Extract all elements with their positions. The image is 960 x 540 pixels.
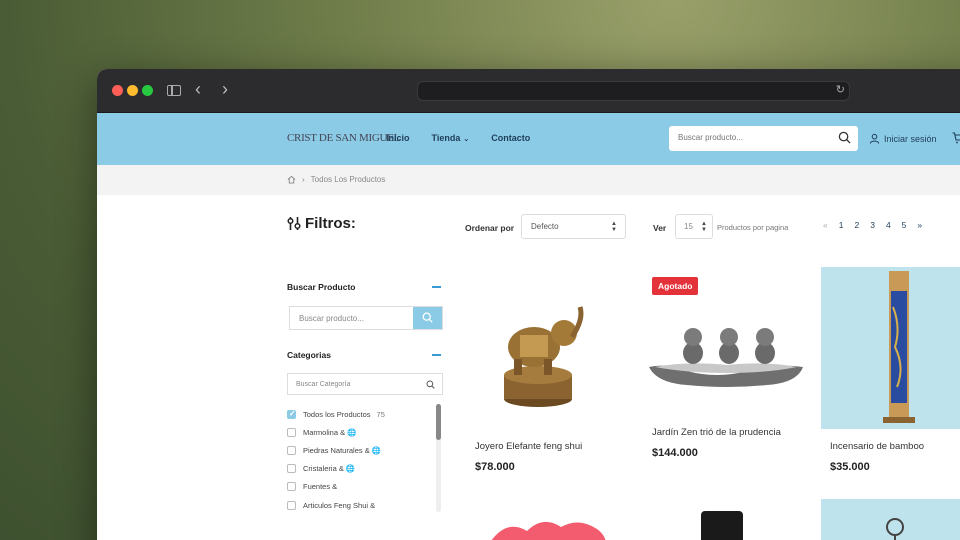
product-price: $35.000	[830, 461, 870, 473]
category-item[interactable]: Fuentes &	[287, 478, 437, 496]
category-search: Buscar Categoría	[287, 373, 443, 395]
page-next[interactable]: »	[917, 220, 922, 230]
menu-item-contacto[interactable]: Contacto	[491, 133, 530, 143]
browser-window: ‹ › ↻ CRIST DE SAN MIGUEL Inicio Tienda ⌄…	[97, 69, 960, 540]
category-item[interactable]: Todos los Productos 75	[287, 405, 437, 423]
filters-title: Filtros:	[305, 215, 356, 232]
product-search-button[interactable]	[413, 307, 442, 329]
header-search-input[interactable]	[678, 133, 828, 142]
product-search-input[interactable]: Buscar producto...	[299, 314, 364, 323]
per-page-select[interactable]: 15 ▲ ▼	[675, 214, 713, 239]
login-link[interactable]: Iniciar sesión	[869, 133, 937, 144]
category-checkbox[interactable]	[287, 409, 296, 419]
maximize-window-button[interactable]	[142, 85, 153, 96]
close-window-button[interactable]	[112, 85, 123, 96]
breadcrumb-separator: ›	[302, 175, 305, 184]
product-name[interactable]: Incensario de bamboo	[830, 441, 924, 452]
search-icon[interactable]	[426, 380, 435, 389]
product-price: $78.000	[475, 461, 515, 473]
product-image-hanging-item[interactable]	[821, 499, 960, 540]
collapse-product-search-icon[interactable]	[432, 286, 441, 288]
address-bar[interactable]: ↻	[417, 81, 850, 101]
browser-titlebar: ‹ › ↻	[97, 69, 960, 113]
product-name[interactable]: Joyero Elefante feng shui	[475, 441, 582, 452]
menu-item-tienda-label: Tienda	[431, 133, 461, 143]
product-name[interactable]: Jardín Zen trió de la prudencia	[652, 427, 781, 438]
pagination: « 1 2 3 4 5 »	[823, 220, 933, 230]
page-link-1[interactable]: 1	[839, 220, 844, 230]
reload-icon[interactable]: ↻	[836, 83, 845, 96]
shop-content: Filtros: Ordenar por Defecto ▲ ▼ Ver 15 ▲…	[97, 195, 960, 540]
main-menu: Inicio Tienda ⌄ Contacto	[386, 133, 552, 143]
site-header: CRIST DE SAN MIGUEL Inicio Tienda ⌄ Conta…	[97, 113, 960, 165]
product-price: $144.000	[652, 447, 698, 459]
sidebar-toggle-icon[interactable]	[167, 85, 181, 96]
sort-label: Ordenar por	[465, 223, 515, 233]
back-arrow-icon[interactable]: ‹	[195, 79, 201, 100]
product-image-elephant[interactable]	[472, 267, 612, 429]
category-label: Articulos Feng Shui &	[303, 500, 376, 510]
search-icon	[422, 312, 433, 323]
product-image-incense-holder[interactable]	[821, 267, 960, 429]
cart-icon[interactable]	[952, 132, 960, 144]
collapse-categories-icon[interactable]	[432, 354, 441, 356]
page-link-4[interactable]: 4	[886, 220, 891, 230]
user-icon	[869, 133, 880, 144]
filters-heading: Filtros:	[287, 215, 356, 232]
category-list: Todos los Productos 75 Marmolina & 🌐 Pied…	[287, 405, 437, 514]
minimize-window-button[interactable]	[127, 85, 138, 96]
categories-title: Categorias	[287, 350, 331, 360]
category-scrollbar[interactable]	[436, 404, 441, 512]
category-checkbox[interactable]	[287, 427, 296, 437]
product-search-title: Buscar Producto	[287, 282, 356, 292]
category-item[interactable]: Articulos Feng Shui &	[287, 496, 437, 514]
category-count: 75	[376, 409, 385, 419]
category-checkbox[interactable]	[287, 445, 296, 455]
site-logo[interactable]: CRIST DE SAN MIGUEL	[287, 132, 400, 144]
category-item[interactable]: Cristaleria & 🌐	[287, 460, 437, 478]
product-card[interactable]: Joyero Elefante feng shui $78.000	[472, 267, 622, 487]
category-checkbox[interactable]	[287, 500, 296, 510]
sort-select[interactable]: Defecto ▲ ▼	[521, 214, 626, 239]
menu-item-inicio[interactable]: Inicio	[386, 133, 410, 143]
category-label: Piedras Naturales & 🌐	[303, 445, 382, 455]
page-prev[interactable]: «	[823, 220, 828, 230]
category-label: Marmolina & 🌐	[303, 427, 357, 437]
category-label: Cristaleria & 🌐	[303, 464, 356, 474]
login-label: Iniciar sesión	[884, 133, 937, 144]
select-arrows-icon: ▲ ▼	[611, 221, 617, 233]
out-of-stock-badge: Agotado	[652, 277, 699, 295]
menu-item-tienda[interactable]: Tienda ⌄	[432, 133, 470, 143]
category-search-input[interactable]: Buscar Categoría	[296, 381, 350, 388]
sliders-icon	[287, 217, 301, 230]
per-page-label: Productos por pagina	[717, 223, 789, 232]
page-link-2[interactable]: 2	[854, 220, 859, 230]
breadcrumb-bar: › Todos Los Productos	[97, 165, 960, 195]
category-checkbox[interactable]	[287, 482, 296, 492]
home-icon[interactable]	[287, 175, 296, 184]
select-arrows-icon: ▲ ▼	[701, 221, 707, 233]
product-card[interactable]: Incensario de bamboo $35.000	[821, 267, 960, 487]
page-link-3[interactable]: 3	[870, 220, 875, 230]
category-item[interactable]: Piedras Naturales & 🌐	[287, 441, 437, 459]
breadcrumb-current: Todos Los Productos	[310, 175, 386, 184]
chevron-down-icon: ⌄	[463, 136, 470, 143]
product-search: Buscar producto...	[289, 306, 443, 330]
forward-arrow-icon[interactable]: ›	[222, 79, 228, 100]
breadcrumb: › Todos Los Productos	[287, 175, 385, 184]
per-page-value: 15	[684, 222, 693, 231]
category-label: Fuentes &	[303, 482, 338, 492]
page-link-5[interactable]: 5	[902, 220, 907, 230]
category-checkbox[interactable]	[287, 464, 296, 474]
product-image-salt-lamp[interactable]	[487, 511, 611, 540]
category-label: Todos los Productos	[303, 409, 371, 419]
product-card[interactable]: Jardín Zen trió de la prudencia $144.000	[647, 267, 807, 487]
view-label: Ver	[653, 223, 667, 233]
sort-value: Defecto	[531, 222, 559, 231]
category-scrollbar-thumb[interactable]	[436, 404, 441, 440]
search-icon[interactable]	[838, 131, 851, 144]
product-image-dark-item[interactable]	[697, 511, 747, 540]
category-item[interactable]: Marmolina & 🌐	[287, 423, 437, 441]
header-search	[669, 126, 858, 151]
